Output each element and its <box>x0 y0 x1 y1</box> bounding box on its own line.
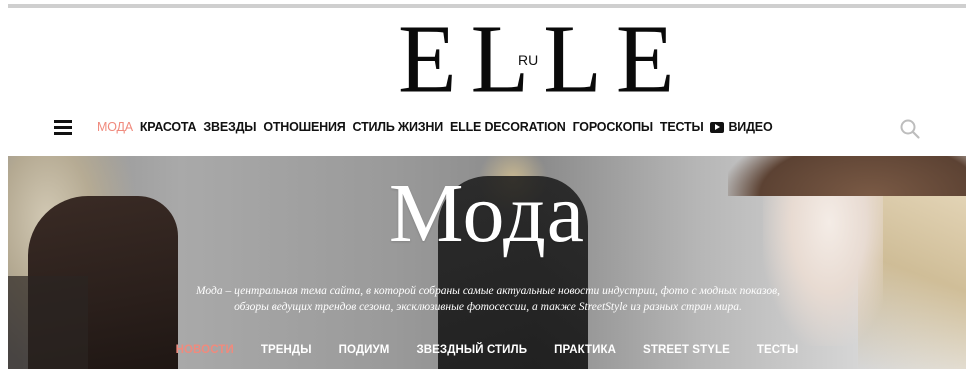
tab-street-style[interactable]: STREET STYLE <box>643 342 730 358</box>
video-icon <box>710 121 725 133</box>
tab-testy[interactable]: ТЕСТЫ <box>757 342 799 358</box>
tab-praktika[interactable]: ПРАКТИКА <box>554 342 616 358</box>
nav-item-otnosheniya[interactable]: ОТНОШЕНИЯ <box>263 118 345 136</box>
hero-description-line-2: обзоры ведущих трендов сезона, эксклюзив… <box>234 301 742 313</box>
tab-zvezdnyi-stil[interactable]: ЗВЕЗДНЫЙ СТИЛЬ <box>416 342 527 358</box>
search-icon[interactable] <box>899 118 921 140</box>
nav-item-video-label: ВИДЕО <box>728 120 773 134</box>
tab-podium[interactable]: ПОДИУМ <box>339 342 390 358</box>
nav-item-video[interactable]: ВИДЕО <box>710 118 773 136</box>
nav-items: МОДА КРАСОТА ЗВЕЗДЫ ОТНОШЕНИЯ СТИЛЬ ЖИЗН… <box>97 118 773 136</box>
hero-banner: Мода Мода – центральная тема сайта, в ко… <box>8 156 966 369</box>
site-logo[interactable]: ELLE RU <box>0 3 974 114</box>
nav-item-testy[interactable]: ТЕСТЫ <box>660 118 704 136</box>
nav-item-krasota[interactable]: КРАСОТА <box>140 118 197 136</box>
nav-item-goroskopy[interactable]: ГОРОСКОПЫ <box>573 118 654 136</box>
logo-suffix: RU <box>518 52 539 68</box>
hamburger-menu-icon[interactable] <box>54 120 72 135</box>
hero-description-line-1: Мода – центральная тема сайта, в которой… <box>196 285 780 297</box>
logo-wordmark: ELLE <box>398 3 689 114</box>
nav-item-stil-zhizni[interactable]: СТИЛЬ ЖИЗНИ <box>353 118 444 136</box>
page-title: Мода <box>388 167 586 260</box>
nav-item-zvezdy[interactable]: ЗВЕЗДЫ <box>203 118 256 136</box>
hero-description: Мода – центральная тема сайта, в которой… <box>128 283 848 315</box>
section-tabs: НОВОСТИ ТРЕНДЫ ПОДИУМ ЗВЕЗДНЫЙ СТИЛЬ ПРА… <box>8 342 966 358</box>
main-navigation: МОДА КРАСОТА ЗВЕЗДЫ ОТНОШЕНИЯ СТИЛЬ ЖИЗН… <box>0 112 974 142</box>
tab-trendy[interactable]: ТРЕНДЫ <box>261 342 312 358</box>
nav-item-moda[interactable]: МОДА <box>97 118 133 136</box>
nav-item-elle-decoration[interactable]: ELLE DECORATION <box>450 118 566 136</box>
tab-novosti[interactable]: НОВОСТИ <box>176 342 234 358</box>
